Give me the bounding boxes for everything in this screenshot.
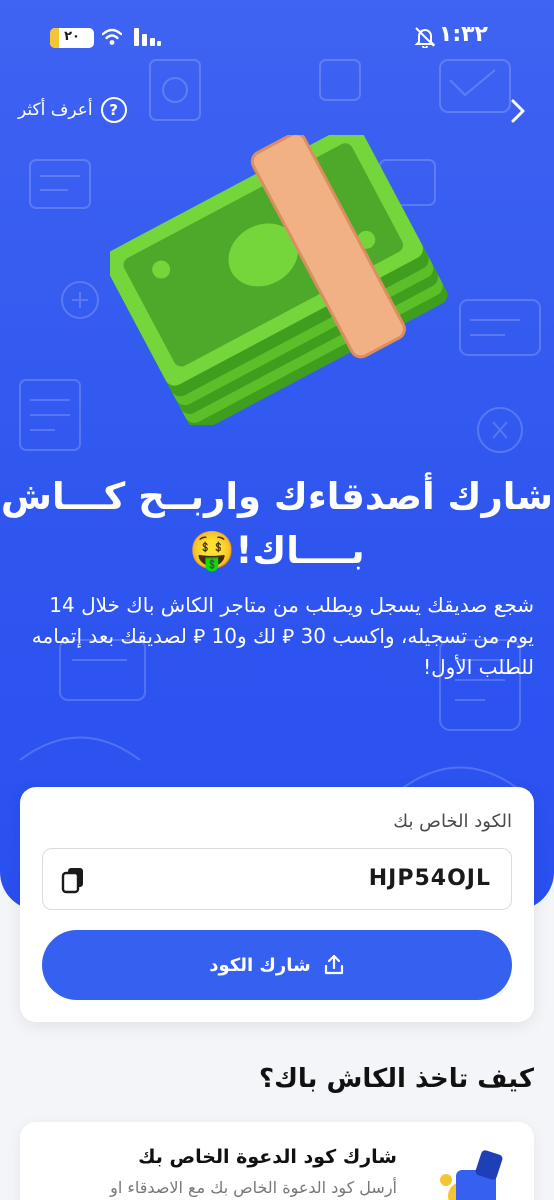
battery-icon: ٢٠ [50, 28, 94, 48]
hero-section: ٢٠ ١:٣٢ أعرف أكثر ? شارك أصدقاءك واربــح… [0, 0, 554, 910]
copy-icon[interactable] [61, 866, 87, 894]
referral-code-card: الكود الخاص بك HJP54OJL شارك الكود [20, 787, 534, 1022]
chevron-right-icon[interactable] [506, 98, 530, 124]
cash-stack-illustration [110, 135, 448, 425]
battery-percent: ٢٠ [64, 29, 80, 44]
code-label: الكود الخاص بك [393, 811, 512, 832]
hero-description: شجع صديقك يسجل ويطلب من متاجر الكاش باك … [31, 593, 534, 679]
how-to-title: كيف تاخذ الكاش باك؟ [258, 1064, 534, 1094]
referral-code: HJP54OJL [368, 866, 491, 891]
step-description: أرسل كود الدعوة الخاص بك مع الاصدقاء او [110, 1178, 397, 1197]
share-icon [324, 954, 343, 975]
step-card: شارك كود الدعوة الخاص بك أرسل كود الدعوة… [20, 1122, 534, 1200]
step-title: شارك كود الدعوة الخاص بك [138, 1146, 397, 1168]
learn-more-label: أعرف أكثر [18, 100, 93, 120]
wifi-icon [102, 28, 122, 45]
bell-off-icon [414, 27, 436, 48]
code-field[interactable]: HJP54OJL [42, 848, 512, 910]
status-bar: ٢٠ ١:٣٢ [0, 18, 554, 54]
help-icon: ? [100, 97, 127, 123]
signal-icon [134, 28, 161, 46]
headline-line-1: شارك أصدقاءك واربــح كـــاش [0, 475, 554, 518]
status-time: ١:٣٢ [438, 22, 488, 47]
share-code-button[interactable]: شارك الكود [42, 930, 512, 1000]
learn-more-link[interactable]: أعرف أكثر ? [18, 97, 127, 123]
share-button-label: شارك الكود [209, 954, 311, 976]
headline-line-2: بــــاك!🤑 [189, 529, 365, 572]
share-illustration-icon [440, 1150, 503, 1200]
hero-headline: شارك أصدقاءك واربــح كـــاش بــــاك!🤑 [0, 470, 554, 578]
